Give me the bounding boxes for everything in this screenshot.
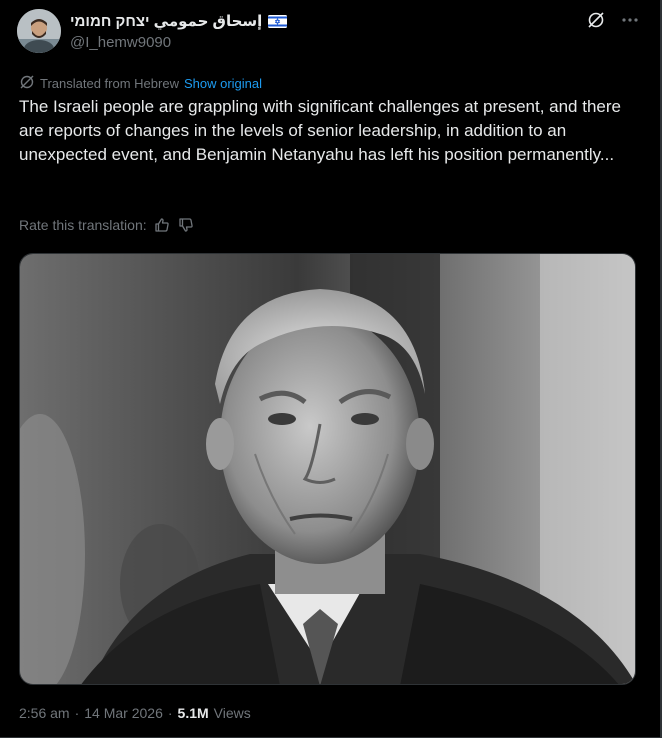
israel-flag-icon — [268, 14, 288, 28]
meta-separator: · — [167, 705, 173, 721]
author-handle[interactable]: @I_hemw9090 — [70, 34, 171, 51]
translation-notice: Translated from Hebrew Show original — [19, 74, 262, 93]
author-display-name[interactable]: إسحاق حمومي יצחק חמומי — [70, 12, 262, 30]
post-meta: 2:56 am · 14 Mar 2026 · 5.1M Views — [19, 705, 251, 721]
thumbs-down-icon[interactable] — [177, 216, 195, 234]
post-time[interactable]: 2:56 am — [19, 705, 70, 721]
grok-icon[interactable] — [586, 10, 606, 30]
thumbs-up-icon[interactable] — [153, 216, 171, 234]
show-original-link[interactable]: Show original — [184, 76, 262, 91]
rate-translation: Rate this translation: — [19, 216, 195, 234]
author-name-row: إسحاق حمومي יצחק חמומי — [70, 10, 288, 32]
post-text: The Israeli people are grappling with si… — [19, 97, 621, 164]
post-photo[interactable] — [19, 253, 636, 685]
views-label: Views — [213, 705, 251, 721]
post-actions-top — [586, 10, 640, 30]
views-count: 5.1M — [177, 705, 209, 721]
post-date[interactable]: 14 Mar 2026 — [84, 705, 163, 721]
rate-translation-label: Rate this translation: — [19, 217, 147, 233]
meta-separator: · — [74, 705, 80, 721]
more-icon[interactable] — [620, 10, 640, 30]
avatar[interactable] — [17, 9, 61, 53]
translate-icon — [19, 74, 35, 93]
translated-from-label: Translated from Hebrew — [40, 76, 179, 91]
portrait-photo — [20, 254, 635, 684]
